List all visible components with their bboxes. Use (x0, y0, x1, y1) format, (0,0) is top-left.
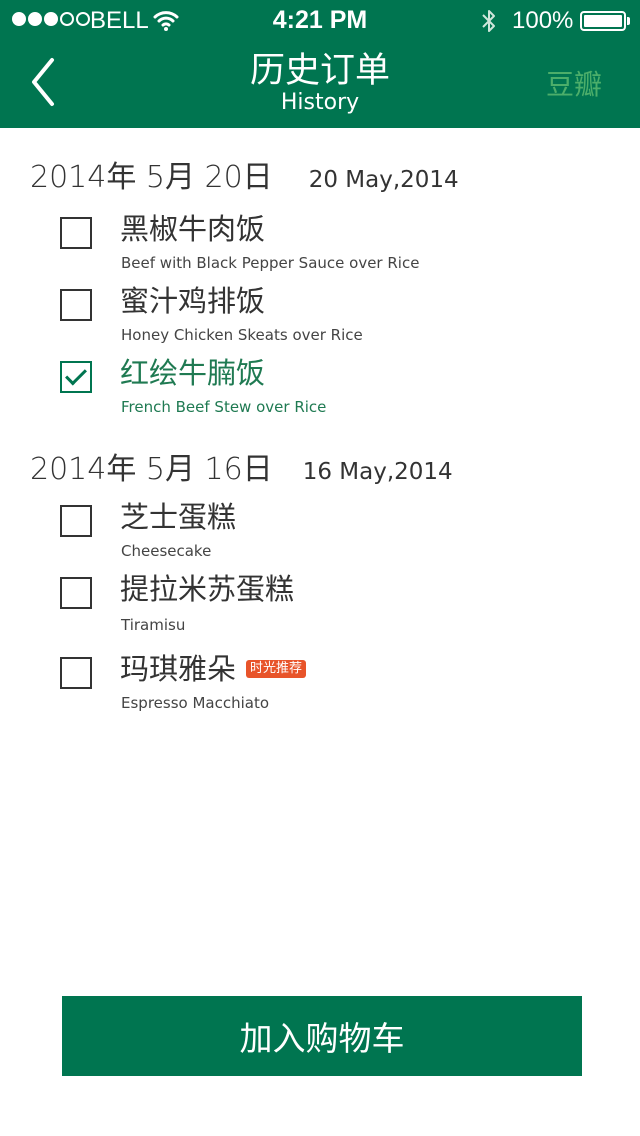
checkbox[interactable] (60, 361, 92, 393)
item-name-en: Honey Chicken Skeats over Rice (121, 326, 363, 344)
item-name: 提拉米苏蛋糕 (120, 572, 295, 606)
date-cn: 2014年 5月 16日 (30, 452, 273, 487)
page-subtitle: History (280, 90, 360, 115)
battery-percentage: 100% (512, 7, 574, 34)
date-header: 2014年 5月 16日 16 May,2014 (30, 444, 453, 487)
item-name: 芝士蛋糕 (120, 500, 237, 534)
battery-tip (627, 17, 630, 25)
header: BELL 4:21 PM 100% 历史订单 History 豆瓣 (0, 0, 640, 128)
date-en: 20 May,2014 (308, 167, 459, 193)
douban-button[interactable]: 豆瓣 (546, 63, 602, 103)
item-name-en: Beef with Black Pepper Sauce over Rice (121, 254, 420, 272)
add-to-cart-button[interactable]: 加入购物车 (62, 996, 582, 1076)
item-name: 蜜汁鸡排饭 (120, 284, 266, 318)
item-name-en: Tiramisu (121, 616, 186, 634)
checkbox[interactable] (60, 577, 92, 609)
checkmark-icon (65, 363, 87, 386)
date-en: 16 May,2014 (302, 459, 453, 485)
item-name-en: Cheesecake (121, 542, 212, 560)
item-name-en: Espresso Macchiato (121, 694, 270, 712)
item-name: 玛琪雅朵 (120, 652, 237, 686)
checkbox[interactable] (60, 217, 92, 249)
checkbox[interactable] (60, 505, 92, 537)
status-bar: BELL 4:21 PM 100% (0, 0, 640, 40)
item-name: 黑椒牛肉饭 (120, 212, 266, 246)
item-name: 红绘牛腩饭 (120, 356, 266, 390)
bluetooth-icon (480, 8, 498, 39)
item-name-en: French Beef Stew over Rice (121, 398, 327, 416)
item-name-row: 玛琪雅朵 时光推荐 (120, 651, 307, 687)
battery-icon (580, 11, 626, 31)
date-cn: 2014年 5月 20日 (30, 160, 273, 195)
recommend-badge: 时光推荐 (246, 660, 307, 678)
checkbox[interactable] (60, 289, 92, 321)
date-header: 2014年 5月 20日 20 May,2014 (30, 152, 459, 195)
checkbox[interactable] (60, 657, 92, 689)
page-title: 历史订单 (249, 51, 390, 91)
